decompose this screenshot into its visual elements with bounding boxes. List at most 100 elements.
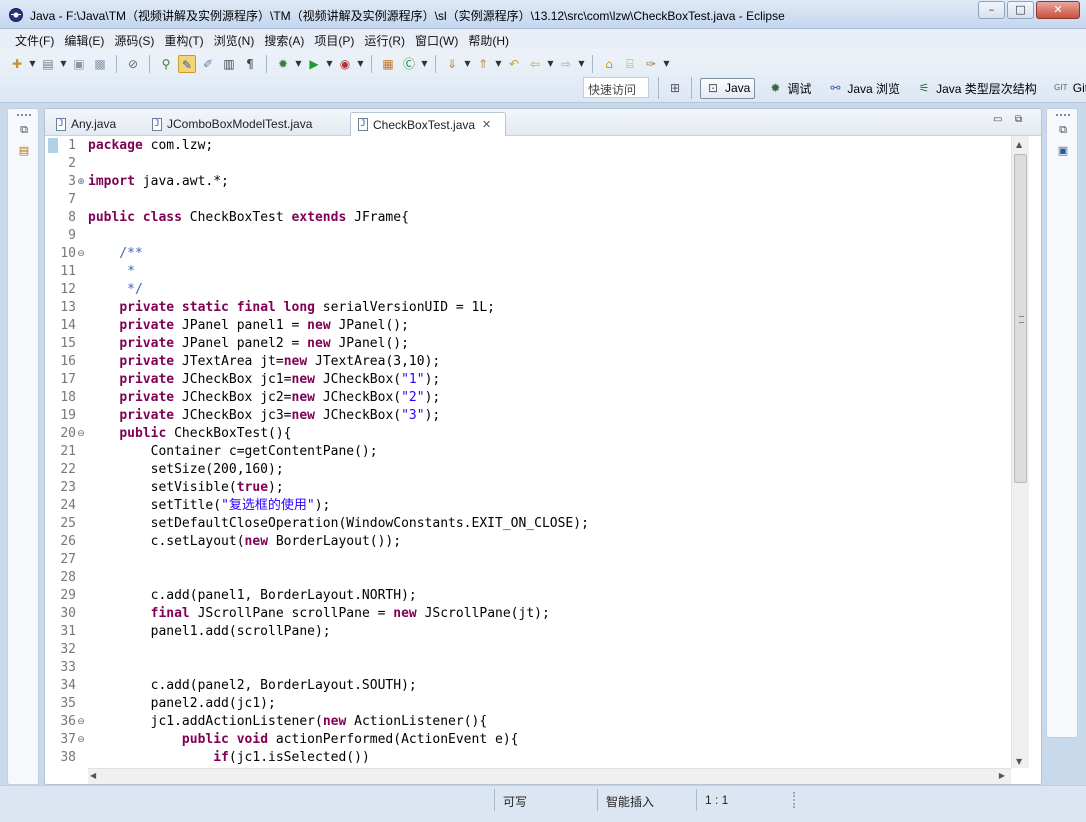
status-trim-handle[interactable] bbox=[793, 792, 795, 808]
code-editor[interactable]: 1 package com.lzw; 2 3 ⊕ import java.awt.*; 7 8… bbox=[45, 136, 1011, 768]
collapse-fold-icon[interactable]: ⊖ bbox=[76, 245, 86, 263]
code-line[interactable]: 1 package com.lzw; bbox=[45, 137, 1011, 155]
code-line[interactable]: 19 private JCheckBox jc3=new JCheckBox("… bbox=[45, 407, 1011, 425]
menu-file[interactable]: 文件(F) bbox=[10, 29, 59, 49]
code-line[interactable]: 14 private JPanel panel1 = new JPanel(); bbox=[45, 317, 1011, 335]
back-icon[interactable]: ⇦ bbox=[526, 55, 544, 73]
code-line[interactable]: 10 ⊖ /** bbox=[45, 245, 1011, 263]
next-annotation-icon[interactable]: ⇓ bbox=[443, 55, 461, 73]
expand-fold-icon[interactable]: ⊕ bbox=[76, 173, 86, 191]
scroll-down-icon[interactable]: ▼ bbox=[1016, 757, 1022, 766]
code-line[interactable]: 22 setSize(200,160); bbox=[45, 461, 1011, 479]
new-class-dropdown-icon[interactable]: ▼ bbox=[421, 55, 428, 73]
perspective-java-browse[interactable]: ⚯ Java 浏览 bbox=[823, 78, 904, 99]
code-line[interactable]: 31 panel1.add(scrollPane); bbox=[45, 623, 1011, 641]
code-line[interactable]: 28 bbox=[45, 569, 1011, 587]
minimize-editor-icon[interactable]: ▭ bbox=[993, 114, 1002, 125]
code-line[interactable]: 24 setTitle("复选框的使用"); bbox=[45, 497, 1011, 515]
run-dropdown-icon[interactable]: ▼ bbox=[326, 55, 333, 73]
last-edit-icon[interactable]: ↶ bbox=[505, 55, 523, 73]
code-line[interactable]: 18 private JCheckBox jc2=new JCheckBox("… bbox=[45, 389, 1011, 407]
code-line[interactable]: 17 private JCheckBox jc1=new JCheckBox("… bbox=[45, 371, 1011, 389]
back-dropdown-icon[interactable]: ▼ bbox=[547, 55, 554, 73]
restore-icon[interactable]: ⧉ bbox=[17, 123, 31, 137]
open-type-icon[interactable]: ⚲ bbox=[157, 55, 175, 73]
menu-search[interactable]: 搜索(A) bbox=[259, 29, 309, 49]
forward-icon[interactable]: ⇨ bbox=[557, 55, 575, 73]
code-line[interactable]: 7 bbox=[45, 191, 1011, 209]
show-whitespace-icon[interactable]: ¶ bbox=[241, 55, 259, 73]
perspective-debug[interactable]: ✹ 调试 bbox=[763, 78, 815, 99]
mark-occurrences-icon[interactable]: ✐ bbox=[199, 55, 217, 73]
external-tools-icon[interactable]: ◉ bbox=[336, 55, 354, 73]
quick-access-input[interactable]: 快速访问 bbox=[583, 77, 649, 98]
code-line[interactable]: 21 Container c=getContentPane(); bbox=[45, 443, 1011, 461]
menu-help[interactable]: 帮助(H) bbox=[463, 29, 514, 49]
highlight-pen-icon[interactable]: ✎ bbox=[178, 55, 196, 73]
previous-annotation-icon[interactable]: ⇑ bbox=[474, 55, 492, 73]
tab-any-java[interactable]: J Any.java bbox=[49, 112, 139, 136]
tools-icon[interactable]: ✑ bbox=[642, 55, 660, 73]
menu-run[interactable]: 运行(R) bbox=[359, 29, 410, 49]
code-line[interactable]: 33 bbox=[45, 659, 1011, 677]
code-line[interactable]: 25 setDefaultCloseOperation(WindowConsta… bbox=[45, 515, 1011, 533]
next-annotation-dropdown-icon[interactable]: ▼ bbox=[464, 55, 471, 73]
code-line[interactable]: 8 public class CheckBoxTest extends JFram… bbox=[45, 209, 1011, 227]
overview-ruler[interactable] bbox=[1029, 136, 1041, 784]
block-selection-icon[interactable]: ▥ bbox=[220, 55, 238, 73]
close-button[interactable]: ✕ bbox=[1036, 1, 1080, 19]
scroll-right-icon[interactable]: ▶ bbox=[999, 771, 1005, 780]
scroll-up-icon[interactable]: ▲ bbox=[1016, 140, 1022, 149]
perspective-java[interactable]: ⊡ Java bbox=[700, 77, 756, 99]
skip-breakpoints-icon[interactable]: ⊘ bbox=[124, 55, 142, 73]
code-line[interactable]: 38 if(jc1.isSelected()) bbox=[45, 749, 1011, 767]
collapse-fold-icon[interactable]: ⊖ bbox=[76, 713, 86, 731]
debug-icon[interactable]: ✹ bbox=[274, 55, 292, 73]
external-tools-dropdown-icon[interactable]: ▼ bbox=[357, 55, 364, 73]
code-line[interactable]: 2 bbox=[45, 155, 1011, 173]
code-line[interactable]: 37 ⊖ public void actionPerformed(ActionEv… bbox=[45, 731, 1011, 749]
new-file-icon[interactable]: ▤ bbox=[39, 55, 57, 73]
minimize-button[interactable]: – bbox=[978, 1, 1005, 19]
forward-dropdown-icon[interactable]: ▼ bbox=[578, 55, 585, 73]
code-line[interactable]: 13 private static final long serialVersi… bbox=[45, 299, 1011, 317]
collapse-fold-icon[interactable]: ⊖ bbox=[76, 731, 86, 749]
menu-source[interactable]: 源码(S) bbox=[109, 29, 159, 49]
code-line[interactable]: 35 panel2.add(jc1); bbox=[45, 695, 1011, 713]
run-icon[interactable]: ▶ bbox=[305, 55, 323, 73]
maximize-editor-icon[interactable]: ⧉ bbox=[1015, 114, 1022, 125]
collapse-fold-icon[interactable]: ⊖ bbox=[76, 425, 86, 443]
menu-project[interactable]: 项目(P) bbox=[309, 29, 359, 49]
code-line[interactable]: 32 bbox=[45, 641, 1011, 659]
code-line[interactable]: 20 ⊖ public CheckBoxTest(){ bbox=[45, 425, 1011, 443]
maximize-button[interactable]: □ bbox=[1007, 1, 1034, 19]
debug-dropdown-icon[interactable]: ▼ bbox=[295, 55, 302, 73]
code-line[interactable]: 34 c.add(panel2, BorderLayout.SOUTH); bbox=[45, 677, 1011, 695]
code-line[interactable]: 12 */ bbox=[45, 281, 1011, 299]
code-line[interactable]: 36 ⊖ jc1.addActionListener(new ActionList… bbox=[45, 713, 1011, 731]
code-line[interactable]: 9 bbox=[45, 227, 1011, 245]
menu-navigate[interactable]: 浏览(N) bbox=[209, 29, 260, 49]
menu-refactor[interactable]: 重构(T) bbox=[159, 29, 208, 49]
open-project-icon[interactable]: ⌸ bbox=[621, 55, 639, 73]
previous-annotation-dropdown-icon[interactable]: ▼ bbox=[495, 55, 502, 73]
perspective-type-hierarchy[interactable]: ⚟ Java 类型层次结构 bbox=[912, 78, 1041, 99]
tab-checkboxtest-java[interactable]: J CheckBoxTest.java ✕ bbox=[350, 112, 506, 136]
trim-handle[interactable] bbox=[1056, 114, 1070, 117]
code-line[interactable]: 29 c.add(panel1, BorderLayout.NORTH); bbox=[45, 587, 1011, 605]
save-icon[interactable]: ▣ bbox=[70, 55, 88, 73]
new-java-class-icon[interactable]: Ⓒ bbox=[400, 55, 418, 73]
menu-edit[interactable]: 编辑(E) bbox=[59, 29, 109, 49]
new-icon[interactable]: ✚ bbox=[8, 55, 26, 73]
trim-handle[interactable] bbox=[17, 114, 31, 117]
vertical-scrollbar[interactable]: ▲ ▼ bbox=[1011, 136, 1029, 768]
tab-jcomboboxmodeltest-java[interactable]: J JComboBoxModelTest.java bbox=[145, 112, 345, 136]
code-line[interactable]: 16 private JTextArea jt=new JTextArea(3,… bbox=[45, 353, 1011, 371]
code-line[interactable]: 23 setVisible(true); bbox=[45, 479, 1011, 497]
menu-window[interactable]: 窗口(W) bbox=[410, 29, 463, 49]
code-line[interactable]: 15 private JPanel panel2 = new JPanel(); bbox=[45, 335, 1011, 353]
code-line[interactable]: 30 final JScrollPane scrollPane = new JS… bbox=[45, 605, 1011, 623]
code-line[interactable]: 11 * bbox=[45, 263, 1011, 281]
restore-icon[interactable]: ⧉ bbox=[1056, 123, 1070, 137]
scroll-thumb[interactable] bbox=[1014, 154, 1027, 483]
